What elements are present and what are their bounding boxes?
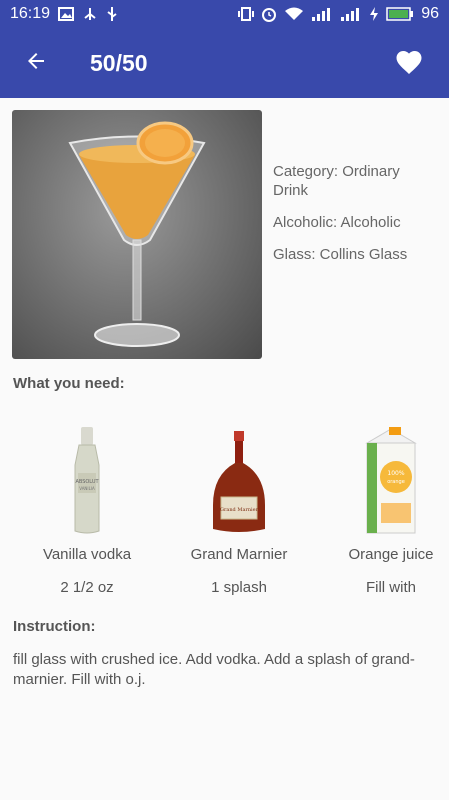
ingredient-item[interactable]: ABSOLUT VANILIA Vanilla vodka 2 1/2 oz <box>12 420 162 596</box>
alarm-icon <box>261 6 277 22</box>
category-text: Category: Ordinary Drink <box>273 163 400 199</box>
what-you-need-heading: What you need: <box>13 375 125 392</box>
back-button[interactable] <box>8 35 64 91</box>
battery-icon <box>386 7 414 21</box>
favorite-button[interactable] <box>385 39 433 87</box>
arrow-back-icon <box>24 49 48 78</box>
signal-icon <box>340 7 362 21</box>
svg-text:orange: orange <box>387 479 405 485</box>
ingredient-item[interactable]: Grand Marnier Grand Marnier 1 splash <box>164 420 314 596</box>
vodka-bottle-icon: ABSOLUT VANILIA <box>12 420 162 540</box>
svg-text:Grand Marnier: Grand Marnier <box>220 507 259 513</box>
ingredient-measure: 1 splash <box>211 579 267 596</box>
liqueur-bottle-icon: Grand Marnier <box>164 420 314 540</box>
usb-icon <box>106 6 118 22</box>
app-bar: 50/50 <box>0 28 449 98</box>
instruction-text: fill glass with crushed ice. Add vodka. … <box>13 651 415 688</box>
drink-photo <box>12 110 262 359</box>
usb-tether-icon <box>82 7 98 21</box>
charging-icon <box>369 7 379 21</box>
ingredient-measure: Fill with <box>365 579 416 596</box>
vibrate-icon <box>238 7 255 21</box>
ingredient-name: Orange juice <box>348 546 434 563</box>
ingredient-name: Grand Marnier <box>190 546 288 563</box>
wifi-icon <box>284 7 304 21</box>
svg-text:ABSOLUT: ABSOLUT <box>75 479 99 485</box>
status-time: 16:19 <box>10 5 51 22</box>
svg-text:VANILIA: VANILIA <box>79 486 95 491</box>
ingredient-name: Vanilla vodka <box>42 546 132 563</box>
instruction-heading: Instruction: <box>13 618 96 635</box>
ingredient-list: ABSOLUT VANILIA Vanilla vodka 2 1/2 oz G… <box>0 420 449 605</box>
ingredient-measure: 2 1/2 oz <box>60 579 114 596</box>
image-notification-icon <box>58 7 75 21</box>
mobile-signal-icon <box>311 7 333 21</box>
glass-text: Glass: Collins Glass <box>273 246 408 263</box>
heart-icon <box>394 47 424 80</box>
svg-text:100%: 100% <box>387 470 404 477</box>
juice-carton-icon: 100% orange <box>316 420 449 540</box>
page-title: 50/50 <box>90 49 148 76</box>
ingredient-item[interactable]: 100% orange Orange juice Fill with <box>316 420 449 596</box>
battery-level: 96 <box>421 5 439 22</box>
status-bar: 16:19 96 <box>0 0 449 28</box>
alcoholic-text: Alcoholic: Alcoholic <box>273 214 401 231</box>
drink-details: Category: Ordinary Drink Alcoholic: Alco… <box>273 162 438 277</box>
